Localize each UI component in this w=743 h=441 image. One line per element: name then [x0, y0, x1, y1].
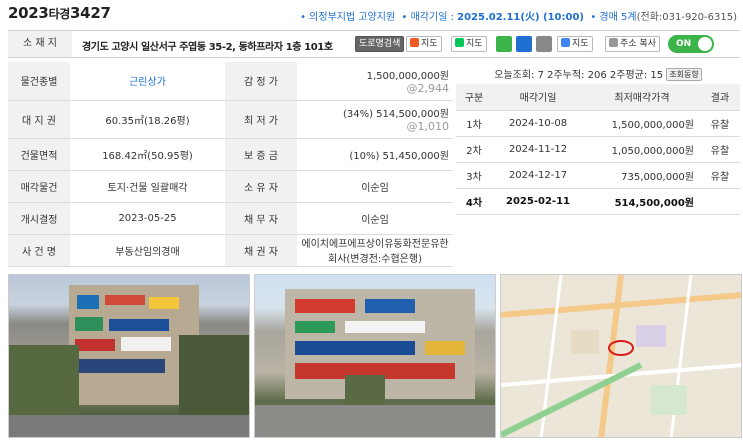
building-photo-1-image	[9, 285, 249, 437]
date-cell: 2024-10-08	[492, 110, 584, 137]
info-value: 에이치에프에프상이유동화전문유한회사(변경전:수협은행)	[297, 234, 453, 267]
copy-address-button[interactable]: 주소 복사	[605, 36, 660, 52]
table-row: 3차 2024-12-17 735,000,000원 유찰	[456, 162, 740, 189]
copy-icon	[609, 38, 618, 47]
auction-dept: 경매 5계	[599, 12, 637, 23]
info-row: 개시결정 2023-05-25 채 무 자 이순임	[8, 202, 453, 235]
info-value: 60.35㎡(18.26평)	[70, 100, 225, 139]
info-label: 최 저 가	[225, 100, 297, 139]
col-result: 결과	[700, 84, 740, 111]
info-row: 건물면적 168.42㎡(50.95평) 보 증 금 (10%) 51,450,000…	[8, 138, 453, 171]
info-label: 개시결정	[8, 202, 70, 235]
price-cell: 1,050,000,000원	[584, 136, 700, 163]
building-photo-1[interactable]	[8, 274, 250, 438]
chart-icon[interactable]	[516, 36, 532, 52]
result-cell	[700, 188, 740, 215]
info-label: 채 권 자	[225, 234, 297, 267]
price-cell: 514,500,000원	[584, 188, 700, 215]
info-label: 대 지 권	[8, 100, 70, 139]
info-label: 물건종별	[8, 62, 70, 101]
info-label: 보 증 금	[225, 138, 297, 171]
info-value: (10%) 51,450,000원	[297, 138, 453, 171]
google-icon	[561, 38, 570, 47]
naver-icon	[455, 38, 464, 47]
info-value: 토지·건물 일괄매각	[70, 170, 225, 203]
google-map-button[interactable]: 지도	[557, 36, 593, 52]
road-name-search-button[interactable]: 도로명검색	[355, 36, 405, 52]
sale-date: 2025.02.11(火) (10:00)	[457, 12, 584, 23]
building-photo-2[interactable]	[254, 274, 496, 438]
info-value: 168.42㎡(50.95평)	[70, 138, 225, 171]
table-row: 1차 2024-10-08 1,500,000,000원 유찰	[456, 110, 740, 137]
info-row: 대 지 권 60.35㎡(18.26평) 최 저 가 (34%) 514,500,00…	[8, 100, 453, 139]
col-date: 매각기일	[492, 84, 584, 111]
address-text: 경기도 고양시 일산서구 주엽동 35-2, 동하프라자 1층 101호	[82, 42, 333, 53]
table-row: 2차 2024-11-12 1,050,000,000원 유찰	[456, 136, 740, 163]
auction-history-table: 구분 매각기일 최저매각가격 결과 1차 2024-10-08 1,500,000,…	[456, 84, 740, 215]
info-row: 물건종별 근린상가 감 정 가 1,500,000,000원 @2,944	[8, 62, 453, 101]
address-label: 소 재 지	[8, 31, 72, 57]
info-label: 채 무 자	[225, 202, 297, 235]
date-cell: 2025-02-11	[492, 188, 584, 215]
calculator-icon[interactable]	[536, 36, 552, 52]
case-number: 2023타경3427	[8, 4, 111, 22]
building-photo-2-image	[255, 289, 495, 437]
result-cell: 유찰	[700, 110, 740, 137]
case-header: 2023타경3427 • 의정부지법 고양지원 • 매각기일 : 2025.02…	[0, 0, 743, 30]
court-info: • 의정부지법 고양지원 • 매각기일 : 2025.02.11(火) (10:…	[300, 12, 737, 23]
info-row: 매각물건 토지·건물 일괄매각 소 유 자 이순임	[8, 170, 453, 203]
info-label: 건물면적	[8, 138, 70, 171]
col-price: 최저매각가격	[584, 84, 700, 111]
info-label: 감 정 가	[225, 62, 297, 101]
court-name: 의정부지법 고양지원	[309, 12, 396, 23]
round-cell: 3차	[456, 162, 492, 189]
toggle-knob	[698, 37, 712, 51]
date-cell: 2024-12-17	[492, 162, 584, 189]
info-label: 사 건 명	[8, 234, 70, 267]
location-map[interactable]	[500, 274, 742, 438]
info-value: 2023-05-25	[70, 202, 225, 235]
result-cell: 유찰	[700, 162, 740, 189]
info-row: 사 건 명 부동산임의경매 채 권 자 에이치에프에프상이유동화전문유한회사(변경전:…	[8, 234, 453, 267]
price-cell: 1,500,000,000원	[584, 110, 700, 137]
round-cell: 1차	[456, 110, 492, 137]
round-cell: 4차	[456, 188, 492, 215]
result-cell: 유찰	[700, 136, 740, 163]
building-register-icon[interactable]	[496, 36, 512, 52]
info-value: 1,500,000,000원 @2,944	[297, 62, 453, 101]
info-value: 이순임	[297, 170, 453, 203]
info-value: 근린상가	[70, 62, 225, 101]
view-trend-button[interactable]: 조회동향	[666, 68, 702, 81]
col-round: 구분	[456, 84, 492, 111]
daum-icon	[410, 38, 419, 47]
naver-map-button[interactable]: 지도	[451, 36, 487, 52]
address-row: 소 재 지 경기도 고양시 일산서구 주엽동 35-2, 동하프라자 1층 10…	[8, 30, 740, 58]
info-value: (34%) 514,500,000원 @1,010	[297, 100, 453, 139]
date-cell: 2024-11-12	[492, 136, 584, 163]
info-label: 매각물건	[8, 170, 70, 203]
info-value: 부동산임의경매	[70, 234, 225, 267]
daum-map-button[interactable]: 지도	[406, 36, 442, 52]
price-cell: 735,000,000원	[584, 162, 700, 189]
dept-phone: (전화:031-920-6315)	[636, 12, 737, 23]
view-stats: 오늘조회: 7 2주누적: 206 2주평균: 15 조회동향	[462, 66, 734, 81]
round-cell: 2차	[456, 136, 492, 163]
location-map-image	[501, 275, 741, 437]
info-label: 소 유 자	[225, 170, 297, 203]
property-info-table: 물건종별 근린상가 감 정 가 1,500,000,000원 @2,944 대 지 권 60…	[8, 62, 453, 267]
map-toggle[interactable]: ON	[668, 35, 714, 53]
info-value: 이순임	[297, 202, 453, 235]
table-row: 4차 2025-02-11 514,500,000원	[456, 188, 740, 215]
